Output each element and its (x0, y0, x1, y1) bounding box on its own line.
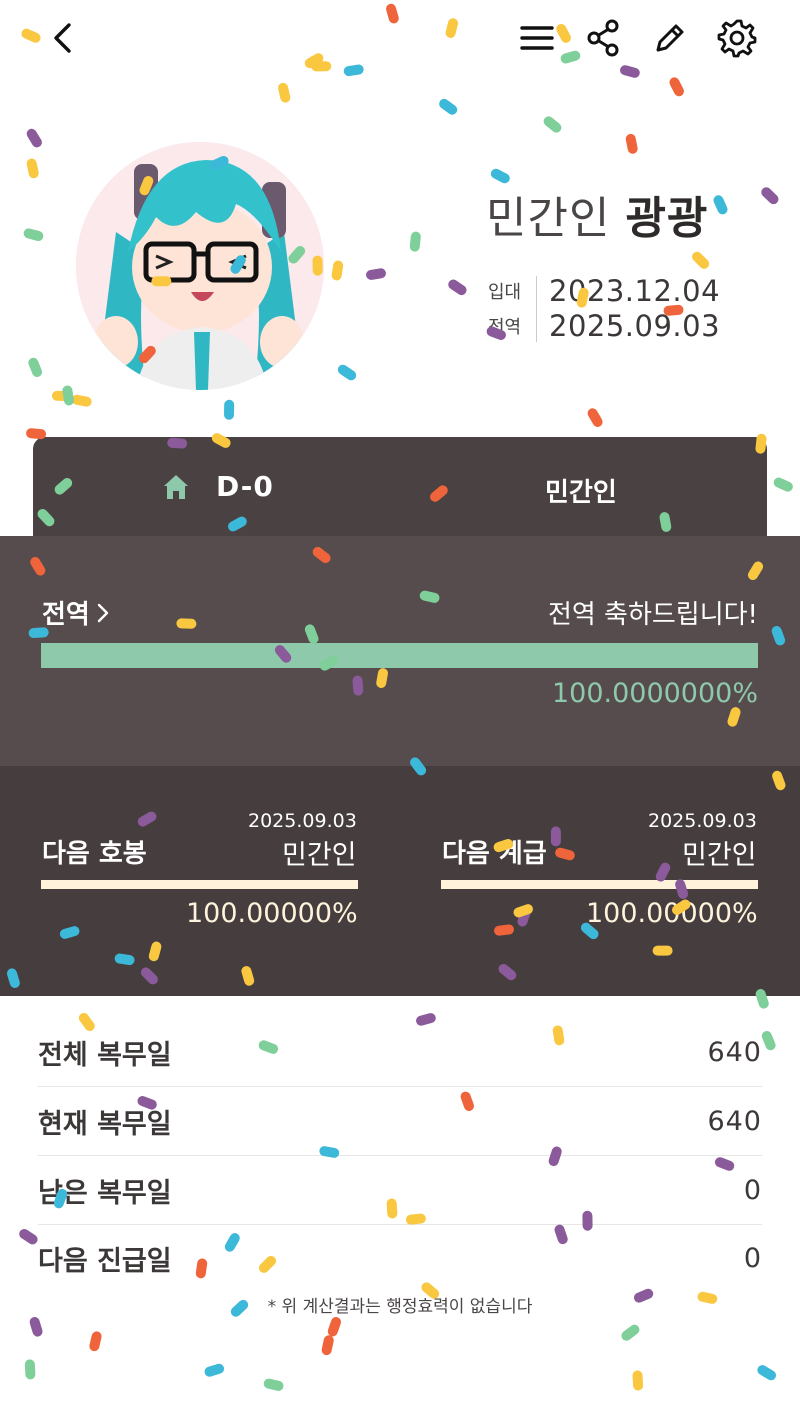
stat-row-total: 전체 복무일 640 (38, 1018, 762, 1087)
dday-display: D-0 (162, 470, 274, 503)
avatar-illustration (76, 142, 324, 390)
stat-value: 0 (743, 1174, 762, 1206)
name-prefix: 민간인 (486, 193, 611, 244)
confetti-piece (448, 279, 467, 296)
enlist-label: 입대 (488, 282, 522, 303)
confetti-piece (773, 477, 793, 492)
next-step-progress-fill (41, 880, 358, 889)
confetti-piece (386, 3, 399, 24)
confetti-piece (757, 1365, 776, 1381)
discharge-label: 전역 (488, 317, 522, 338)
home-icon (164, 474, 188, 499)
next-rank-title: 다음 계급 (442, 839, 547, 869)
status-tab (33, 437, 767, 547)
next-rank-status: 민간인 (682, 840, 757, 871)
confetti-piece (621, 1324, 640, 1341)
confetti-piece (409, 231, 421, 252)
confetti-piece (29, 1317, 43, 1337)
next-step-status: 민간인 (282, 840, 357, 871)
confetti-piece (632, 1370, 644, 1391)
confetti-piece (62, 385, 74, 406)
hamburger-menu-icon (520, 26, 554, 50)
disclaimer-note: * 위 계산결과는 행정효력이 없습니다 (267, 1297, 533, 1317)
service-progress-fill (41, 643, 758, 668)
confetti-piece (445, 18, 459, 38)
confetti-piece (321, 1335, 334, 1356)
stat-value: 0 (743, 1242, 762, 1274)
confetti-piece (669, 77, 684, 97)
confetti-piece (625, 133, 638, 154)
confetti-piece (331, 260, 344, 281)
chevron-left-icon (54, 23, 71, 53)
enlist-row: 입대 2023.12.04 (488, 274, 720, 308)
chevron-right-icon (97, 603, 109, 622)
next-rank-progress-bar (441, 880, 758, 889)
next-rank-progress-text: 100.00000% (586, 898, 758, 929)
service-message: 전역 축하드립니다! (547, 600, 758, 630)
pencil-icon (656, 24, 684, 52)
confetti-piece (278, 82, 291, 103)
discharge-date: 2025.09.03 (549, 309, 721, 343)
next-step-date: 2025.09.03 (248, 810, 357, 832)
avatar[interactable] (76, 142, 324, 390)
next-rank-date: 2025.09.03 (648, 810, 757, 832)
confetti-piece (620, 65, 640, 78)
confetti-piece (587, 408, 603, 427)
confetti-piece (204, 1363, 225, 1377)
next-rank-progress-fill (441, 880, 758, 889)
confetti-piece (761, 1030, 776, 1051)
gear-icon (717, 19, 757, 58)
next-step-progress-text: 100.00000% (186, 898, 358, 929)
service-title-link[interactable]: 전역 (42, 594, 110, 631)
confetti-piece (327, 1316, 342, 1337)
confetti-piece (311, 61, 332, 72)
confetti-piece (24, 1359, 36, 1380)
menu-button[interactable] (513, 14, 561, 62)
current-rank: 민간인 (545, 478, 617, 508)
enlist-date: 2023.12.04 (549, 274, 721, 308)
stat-label: 현재 복무일 (38, 1108, 172, 1140)
service-progress-text: 100.0000000% (551, 678, 758, 709)
back-button[interactable] (38, 14, 86, 62)
confetti-piece (26, 158, 39, 179)
confetti-piece (304, 53, 324, 69)
service-progress-bar (41, 643, 758, 668)
confetti-piece (51, 390, 72, 401)
confetti-piece (366, 268, 386, 280)
stat-value: 640 (707, 1105, 762, 1137)
stat-label: 남은 복무일 (38, 1177, 172, 1209)
stat-label: 다음 진급일 (38, 1245, 172, 1277)
confetti-piece (713, 195, 728, 215)
confetti-piece (263, 1378, 284, 1391)
name-main: 광광 (625, 193, 709, 244)
confetti-piece (692, 251, 710, 269)
stat-row-current: 현재 복무일 640 (38, 1087, 762, 1156)
edit-button[interactable] (646, 14, 694, 62)
discharge-row: 전역 2025.09.03 (488, 309, 720, 343)
stat-value: 640 (707, 1036, 762, 1068)
confetti-piece (439, 98, 458, 115)
confetti-piece (543, 116, 562, 133)
profile-name: 민간인 광광 (486, 182, 708, 246)
settings-button[interactable] (713, 14, 761, 62)
service-title: 전역 (42, 600, 90, 630)
confetti-piece (28, 357, 43, 378)
confetti-piece (19, 1228, 38, 1245)
next-step-title: 다음 호봉 (42, 839, 147, 869)
stat-row-next-promotion: 다음 진급일 0 (38, 1224, 762, 1292)
dday-value: D-0 (216, 470, 274, 503)
confetti-piece (337, 364, 357, 381)
confetti-piece (343, 64, 364, 77)
share-button[interactable] (579, 14, 627, 62)
confetti-piece (761, 187, 779, 205)
confetti-piece (89, 1331, 102, 1352)
confetti-piece (224, 399, 235, 420)
confetti-piece (23, 228, 44, 241)
confetti-piece (26, 128, 42, 148)
next-step-progress-bar (41, 880, 358, 889)
share-icon (587, 19, 619, 57)
stat-label: 전체 복무일 (38, 1039, 172, 1071)
confetti-piece (71, 394, 92, 407)
stat-row-remaining: 남은 복무일 0 (38, 1156, 762, 1225)
